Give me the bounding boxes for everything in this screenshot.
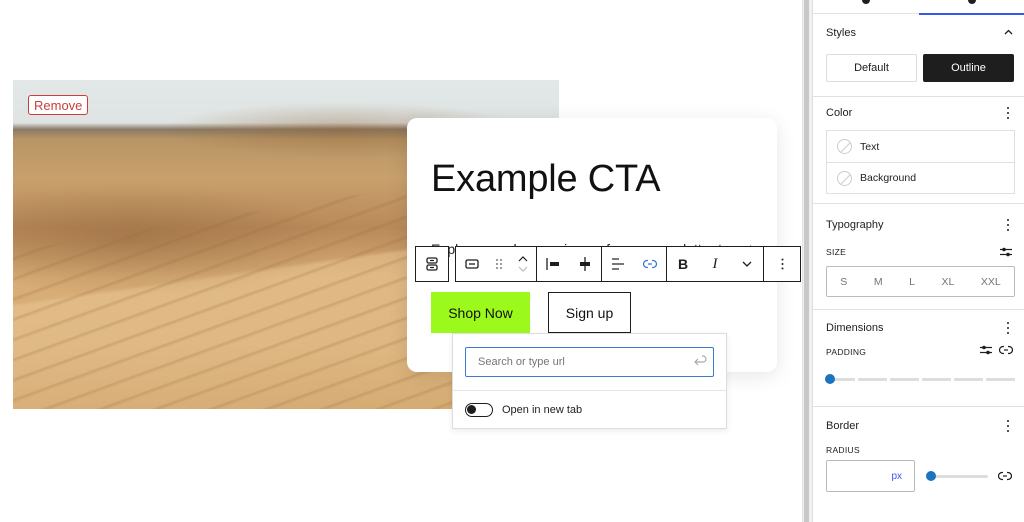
align-icon[interactable] xyxy=(602,247,634,281)
color-title: Color xyxy=(826,107,853,119)
settings-sidebar: Styles Default Outline Color Text Backgr… xyxy=(812,0,1024,522)
button-block-icon[interactable] xyxy=(456,247,488,281)
sign-up-button[interactable]: Sign up xyxy=(548,292,631,333)
open-in-new-tab-label: Open in new tab xyxy=(502,404,583,416)
styles-title: Styles xyxy=(826,27,856,39)
style-default-button[interactable]: Default xyxy=(826,54,917,82)
font-size-xl[interactable]: XL xyxy=(935,272,960,292)
sliders-icon[interactable] xyxy=(999,246,1013,258)
font-size-picker: S M L XL XXL xyxy=(826,266,1015,297)
dimensions-title: Dimensions xyxy=(826,322,884,334)
padding-step xyxy=(954,377,983,381)
font-size-m[interactable]: M xyxy=(868,272,889,292)
cta-title[interactable]: Example CTA xyxy=(431,158,661,201)
canvas-scrollbar-thumb[interactable] xyxy=(804,0,809,522)
dimensions-options-icon[interactable] xyxy=(1003,321,1013,335)
block-toolbar: B I xyxy=(415,246,801,282)
link-icon[interactable] xyxy=(634,247,666,281)
chevron-down-icon[interactable] xyxy=(731,247,763,281)
move-up-down-icon[interactable] xyxy=(510,247,536,281)
remove-button[interactable]: Remove xyxy=(28,95,89,115)
style-outline-button[interactable]: Outline xyxy=(923,54,1014,82)
typography-title: Typography xyxy=(826,219,884,231)
color-options-icon[interactable] xyxy=(1003,106,1013,120)
tab-settings[interactable] xyxy=(813,0,919,14)
divider xyxy=(453,390,726,391)
empty-swatch-icon xyxy=(837,170,852,186)
toolbar-group-block xyxy=(455,246,537,282)
bold-icon[interactable]: B xyxy=(667,247,699,281)
padding-step xyxy=(890,377,919,381)
style-switcher: Default Outline xyxy=(826,54,1014,82)
border-title: Border xyxy=(826,420,860,432)
link-sides-icon[interactable] xyxy=(998,344,1014,356)
toolbar-group-options xyxy=(763,246,801,282)
open-in-new-tab-toggle[interactable] xyxy=(465,403,493,417)
typography-options-icon[interactable] xyxy=(1003,218,1013,232)
link-corners-icon[interactable] xyxy=(997,470,1013,482)
buttons-icon[interactable] xyxy=(416,247,448,281)
padding-step xyxy=(922,377,951,381)
font-size-l[interactable]: L xyxy=(903,272,921,292)
empty-swatch-icon xyxy=(837,139,852,154)
toolbar-group-justify xyxy=(536,246,602,282)
color-list: Text Background xyxy=(826,130,1015,194)
color-item-label: Text xyxy=(860,140,880,153)
styles-panel: Styles Default Outline xyxy=(813,15,1024,97)
padding-slider-thumb[interactable] xyxy=(825,374,835,384)
radius-unit[interactable]: px xyxy=(891,471,902,482)
sidebar-tabs xyxy=(813,0,1024,15)
enter-icon[interactable] xyxy=(693,355,707,370)
radius-slider[interactable] xyxy=(926,471,988,481)
toolbar-group-format: B I xyxy=(666,246,764,282)
radius-label: RADIUS xyxy=(826,445,860,455)
chevron-up-icon[interactable] xyxy=(1003,27,1013,37)
radius-slider-thumb[interactable] xyxy=(926,471,936,481)
padding-slider[interactable] xyxy=(825,374,1015,384)
link-url-input[interactable]: Search or type url xyxy=(465,347,714,377)
border-options-icon[interactable] xyxy=(1003,419,1013,433)
color-item-label: Background xyxy=(860,172,917,184)
half-circle-icon xyxy=(968,0,976,4)
link-popover: Search or type url Open in new tab xyxy=(452,333,727,429)
toolbar-group-align xyxy=(601,246,667,282)
justify-left-icon[interactable] xyxy=(537,247,569,281)
radius-input[interactable]: px xyxy=(826,460,915,492)
shop-now-button[interactable]: Shop Now xyxy=(431,292,530,333)
italic-icon[interactable]: I xyxy=(699,247,731,281)
padding-label: PADDING xyxy=(826,347,867,357)
tab-styles[interactable] xyxy=(919,0,1024,15)
link-url-placeholder: Search or type url xyxy=(478,356,565,368)
padding-step xyxy=(986,377,1015,381)
toolbar-group-parent xyxy=(415,246,449,282)
drag-handle-icon[interactable] xyxy=(488,247,510,281)
dimensions-panel: Dimensions PADDING xyxy=(813,310,1024,407)
editor-canvas: Remove Example CTA Explore our shop or s… xyxy=(0,0,802,522)
color-item-text[interactable]: Text xyxy=(827,131,1014,162)
font-size-s[interactable]: S xyxy=(834,272,853,292)
color-item-background[interactable]: Background xyxy=(827,162,1014,193)
font-size-xxl[interactable]: XXL xyxy=(975,272,1007,292)
size-label: SIZE xyxy=(826,247,847,257)
padding-step xyxy=(858,377,887,381)
options-icon[interactable] xyxy=(766,247,798,281)
gear-icon xyxy=(862,0,870,4)
sliders-icon[interactable] xyxy=(979,344,993,356)
justify-center-icon[interactable] xyxy=(569,247,601,281)
